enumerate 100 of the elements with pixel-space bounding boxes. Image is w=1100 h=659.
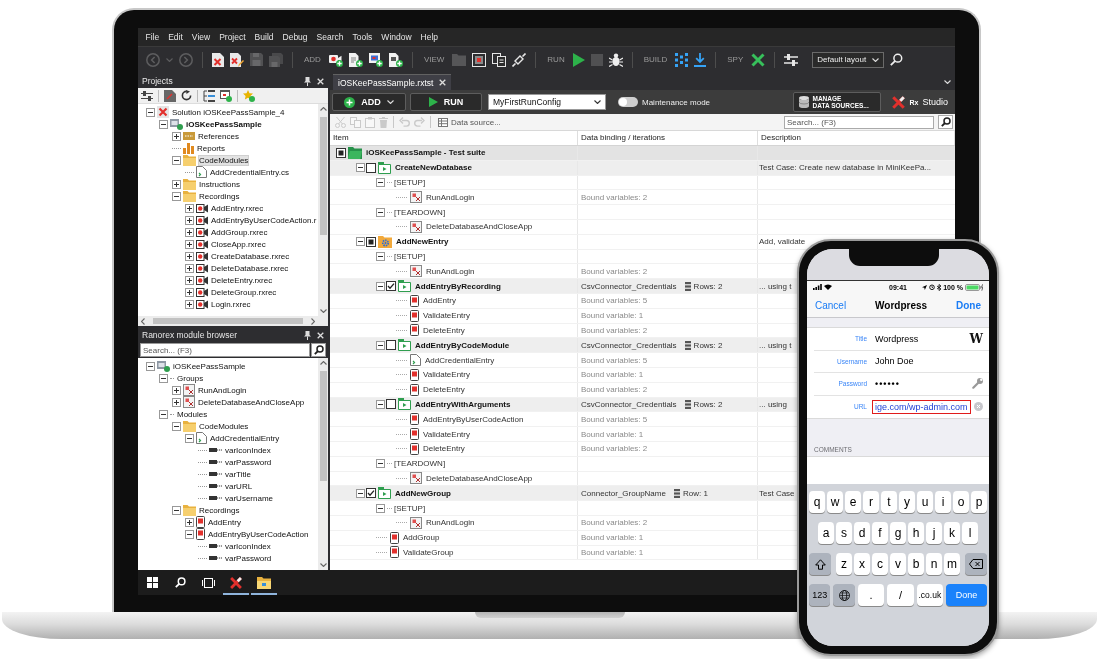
- document-icon[interactable]: [164, 89, 176, 102]
- comments-field[interactable]: [807, 456, 989, 484]
- checkbox[interactable]: [386, 399, 396, 410]
- keyboard-key[interactable]: g: [890, 522, 906, 544]
- square-frame-icon[interactable]: [472, 52, 487, 67]
- checkbox[interactable]: [386, 340, 396, 351]
- column-header[interactable]: Data binding / iterations: [578, 131, 758, 145]
- chevron-right-icon[interactable]: [311, 317, 315, 325]
- scrollbar-thumb[interactable]: [319, 117, 327, 235]
- x-cross-icon[interactable]: [751, 52, 766, 67]
- module-label[interactable]: ValidateEntry: [423, 311, 470, 321]
- close-icon[interactable]: [317, 77, 324, 85]
- module-label[interactable]: AddGroup: [403, 533, 440, 543]
- search-button[interactable]: [311, 343, 326, 357]
- collapse-icon[interactable]: [376, 178, 385, 187]
- document-tab[interactable]: iOSKeePassSample.rxtst: [333, 74, 452, 90]
- tree-item[interactable]: CreateDatabase.rxrec: [210, 250, 291, 262]
- collapse-icon[interactable]: [172, 155, 181, 165]
- keyboard-key[interactable]: h: [908, 522, 924, 544]
- chevron-up-icon[interactable]: [319, 107, 327, 111]
- x-logo-icon[interactable]: [229, 575, 243, 590]
- tree-item[interactable]: Instructions: [198, 178, 241, 190]
- expand-icon[interactable]: [185, 299, 194, 309]
- keyboard-key[interactable]: w: [827, 491, 843, 513]
- run-config-dropdown[interactable]: MyFirstRunConfig: [488, 94, 606, 110]
- keyboard-key[interactable]: 123: [809, 584, 831, 606]
- shift-key[interactable]: [809, 553, 831, 575]
- test-case-label[interactable]: AddNewGroup: [395, 488, 451, 498]
- collapse-icon[interactable]: [376, 281, 385, 291]
- keyboard-key[interactable]: d: [854, 522, 870, 544]
- test-suite-label[interactable]: iOSKeePassSample - Test suite: [366, 148, 486, 158]
- search-icon[interactable]: [890, 53, 904, 66]
- collapse-icon[interactable]: [172, 421, 181, 431]
- section-label[interactable]: [SETUP]: [394, 503, 426, 513]
- field-value[interactable]: John Doe: [872, 354, 917, 369]
- tree-item[interactable]: Reports: [196, 142, 226, 154]
- tree-item[interactable]: Modules: [176, 408, 209, 420]
- camera-plus-icon[interactable]: [328, 52, 343, 67]
- expand-icon[interactable]: [185, 203, 194, 213]
- chevron-down-icon[interactable]: [319, 563, 327, 567]
- toggle-switch[interactable]: [618, 97, 638, 107]
- expand-icon[interactable]: [185, 239, 194, 249]
- tree-item[interactable]: varUsername: [224, 492, 274, 504]
- module-label[interactable]: AddCredentialEntry: [425, 355, 495, 365]
- keyboard-key[interactable]: m: [944, 553, 960, 575]
- document-plus-icon[interactable]: [388, 52, 403, 67]
- collapse-icon[interactable]: [376, 399, 385, 409]
- tree-item[interactable]: DeleteGroup.rxrec: [210, 286, 278, 298]
- done-button[interactable]: Done: [956, 299, 981, 311]
- folder-icon[interactable]: [257, 576, 271, 589]
- collapse-icon[interactable]: [185, 433, 194, 443]
- document-pencil-icon[interactable]: [230, 52, 244, 67]
- tree-item[interactable]: varIconIndex: [224, 444, 272, 456]
- module-label[interactable]: RunAndLogin: [426, 266, 475, 276]
- keyboard-key[interactable]: r: [863, 491, 879, 513]
- keyboard-key[interactable]: o: [953, 491, 969, 513]
- collapse-icon[interactable]: [376, 340, 385, 350]
- menu-item[interactable]: View: [187, 30, 215, 44]
- module-label[interactable]: DeleteEntry: [423, 385, 465, 395]
- section-label[interactable]: [SETUP]: [394, 251, 426, 261]
- keyboard-key[interactable]: s: [836, 522, 852, 544]
- expand-icon[interactable]: [185, 263, 194, 273]
- globe-key[interactable]: [833, 584, 855, 606]
- keyboard-key[interactable]: i: [935, 491, 951, 513]
- keyboard-key[interactable]: e: [845, 491, 861, 513]
- expand-icon[interactable]: [172, 397, 181, 407]
- keyboard-key[interactable]: f: [872, 522, 888, 544]
- document-x-icon[interactable]: [212, 52, 224, 67]
- menu-item[interactable]: Tools: [348, 30, 377, 44]
- tree-item[interactable]: CodeModules: [198, 420, 250, 432]
- module-label[interactable]: RunAndLogin: [426, 518, 475, 528]
- return-key[interactable]: Done: [946, 584, 987, 606]
- menu-item[interactable]: Edit: [163, 30, 188, 44]
- keyboard-key[interactable]: .: [857, 584, 885, 606]
- tree-item[interactable]: varIconIndex: [224, 540, 272, 552]
- tree-item[interactable]: Solution iOSKeePassSample_4: [171, 106, 286, 118]
- module-label[interactable]: AddEntryByUserCodeAction: [423, 414, 524, 424]
- menu-item[interactable]: Project: [214, 30, 251, 44]
- collapse-icon[interactable]: [172, 191, 181, 201]
- layout-dropdown[interactable]: Default layout: [812, 51, 885, 68]
- tree-item[interactable]: AddEntry: [207, 516, 242, 528]
- play-icon[interactable]: [572, 52, 585, 67]
- collapse-icon[interactable]: [376, 251, 385, 261]
- documents-icon[interactable]: [492, 52, 507, 67]
- tree-item[interactable]: varURL: [224, 480, 254, 492]
- pin-icon[interactable]: [304, 76, 311, 86]
- chevron-left-icon[interactable]: [141, 317, 145, 325]
- section-label[interactable]: [TEARDOWN]: [394, 459, 446, 469]
- add-button[interactable]: ADD: [332, 93, 406, 111]
- keyboard-key[interactable]: b: [908, 553, 924, 575]
- field-value[interactable]: Wordpress: [872, 331, 922, 346]
- tree-item[interactable]: DeleteDatabase.rxrec: [210, 262, 290, 274]
- search-icon[interactable]: [174, 577, 186, 588]
- expand-icon[interactable]: [185, 227, 194, 237]
- tree-item[interactable]: varTitle: [224, 468, 252, 480]
- field-value[interactable]: ige.com/wp-admin.com: [872, 399, 971, 414]
- menu-item[interactable]: Window: [376, 30, 417, 44]
- keyboard-key[interactable]: .co.uk: [916, 584, 943, 606]
- section-label[interactable]: [SETUP]: [394, 178, 426, 187]
- column-header[interactable]: Item: [330, 131, 578, 145]
